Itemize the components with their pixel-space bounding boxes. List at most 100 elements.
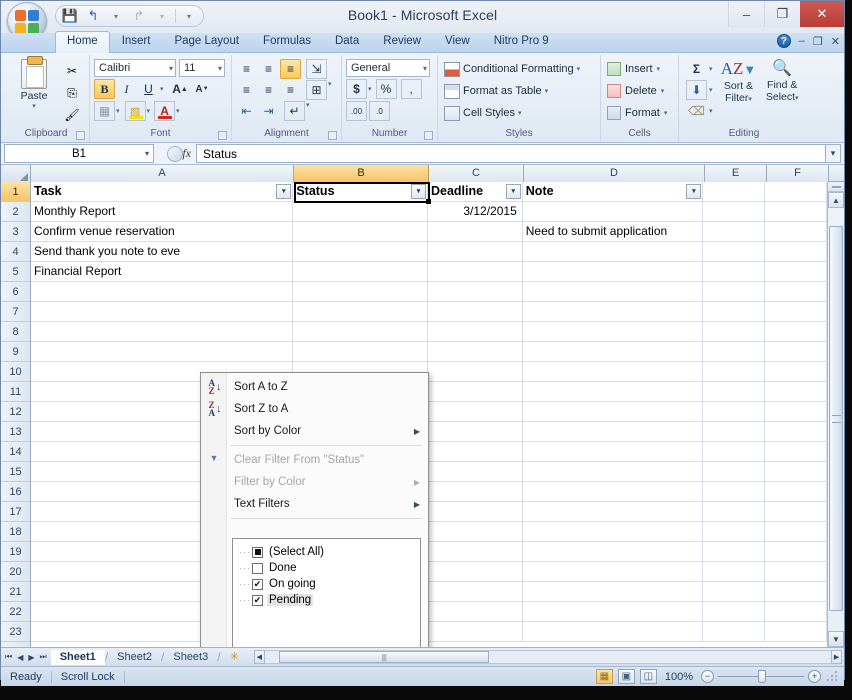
wrap-text-button[interactable]: ↵ [284,101,305,121]
merge-dropdown-icon[interactable]: ▾ [328,80,332,100]
cell-F12[interactable] [765,402,827,422]
maximize-button[interactable]: ❐ [764,1,800,27]
horizontal-scroll-track[interactable]: |||| [264,650,831,664]
cell-D4[interactable] [523,242,704,262]
font-size-combo[interactable]: 11 ▾ [179,59,225,77]
cell-E8[interactable] [703,322,766,342]
cell-D3[interactable]: Need to submit application [523,222,704,242]
cell-F18[interactable] [765,522,827,542]
cell-E20[interactable] [703,562,766,582]
font-size-dropdown-icon[interactable]: ▾ [214,64,222,73]
cell-F11[interactable] [765,382,827,402]
wrap-dropdown-icon[interactable]: ▾ [306,101,310,121]
row-header-17[interactable]: 17 [1,502,30,522]
format-cells-button[interactable]: Format ▾ [607,103,667,123]
row-header-12[interactable]: 12 [1,402,30,422]
cell-D20[interactable] [523,562,704,582]
fill-color-button[interactable]: ▧ [124,101,146,121]
autosum-dropdown-icon[interactable]: ▾ [709,65,713,73]
sheet-tab-sheet2[interactable]: Sheet2 [108,650,161,665]
cell-D5[interactable] [523,262,704,282]
cell-E18[interactable] [703,522,766,542]
underline-button[interactable]: U [138,79,159,99]
row-header-11[interactable]: 11 [1,382,30,402]
cell-E11[interactable] [703,382,766,402]
currency-dropdown-icon[interactable]: ▾ [368,85,372,93]
cell-D1[interactable]: Note ▾ [523,182,704,202]
workbook-minimize-button[interactable]: – [799,35,805,47]
tab-insert[interactable]: Insert [110,31,163,52]
filter-button-d[interactable]: ▾ [686,184,702,199]
cell-E21[interactable] [703,582,766,602]
row-header-20[interactable]: 20 [1,562,30,582]
merge-center-button[interactable]: ⊞ [306,80,327,100]
tab-home[interactable]: Home [55,31,110,53]
cell-E3[interactable] [703,222,766,242]
tab-data[interactable]: Data [323,31,371,52]
last-sheet-button[interactable]: ⏭ [40,652,47,662]
fill-color-dropdown-icon[interactable]: ▾ [147,107,151,115]
cell-E6[interactable] [703,282,766,302]
format-dropdown-icon[interactable]: ▾ [664,109,668,117]
cell-B4[interactable] [293,242,428,262]
cell-B1[interactable]: Status ▾ [293,182,428,202]
cell-D16[interactable] [523,482,704,502]
format-as-table-button[interactable]: Format as Table ▾ [444,81,548,101]
cell-F14[interactable] [765,442,827,462]
column-header-e[interactable]: E [705,165,767,182]
help-icon[interactable]: ? [776,34,791,48]
cell-styles-button[interactable]: Cell Styles ▾ [444,103,521,123]
decrease-decimal-button[interactable]: .0 [369,101,390,121]
cell-D22[interactable] [523,602,704,622]
horizontal-scrollbar[interactable]: ◀ |||| ▶ [253,650,842,665]
page-layout-view-button[interactable]: ▣ [617,669,635,684]
cell-F10[interactable] [765,362,827,382]
cell-F4[interactable] [765,242,827,262]
number-format-combo[interactable]: General ▾ [346,59,430,77]
row-header-2[interactable]: 2 [1,202,30,222]
bold-button[interactable]: B [94,79,115,99]
cell-F22[interactable] [765,602,827,622]
zoom-thumb[interactable] [758,670,766,683]
menu-item-filter-by-color[interactable]: Filter by Color ▶ [201,471,428,493]
cell-E5[interactable] [703,262,766,282]
scroll-up-button[interactable]: ▲ [828,192,844,208]
filter-value-list[interactable]: ···· (Select All) ···· Done ···· ✔ On go… [232,538,421,647]
first-sheet-button[interactable]: ⏮ [5,652,12,662]
cell-D14[interactable] [523,442,704,462]
cell-D11[interactable] [523,382,704,402]
cell-A5[interactable]: Financial Report [31,262,294,282]
font-name-combo[interactable]: Calibri ▾ [94,59,176,77]
scroll-left-button[interactable]: ◀ [253,650,265,664]
column-header-d[interactable]: D [524,165,705,182]
tab-formulas[interactable]: Formulas [251,31,323,52]
menu-item-sort-z-to-a[interactable]: Z A ↓ Sort Z to A [201,398,428,420]
scroll-down-button[interactable]: ▼ [828,631,844,647]
row-header-9[interactable]: 9 [1,342,30,362]
row-header-19[interactable]: 19 [1,542,30,562]
expand-formula-bar-button[interactable]: ▾ [825,144,841,163]
cell-B8[interactable] [293,322,428,342]
cell-F8[interactable] [765,322,827,342]
next-sheet-button[interactable]: ▶ [28,653,34,662]
cell-E23[interactable] [703,622,766,642]
sort-filter-button[interactable]: AZ▼ Sort & Filter▾ [718,59,760,104]
cell-B2[interactable] [293,202,428,222]
cell-C11[interactable] [428,382,523,402]
cell-F7[interactable] [765,302,827,322]
font-name-dropdown-icon[interactable]: ▾ [165,64,173,73]
align-middle-button[interactable]: ≡ [258,59,279,79]
select-all-corner[interactable] [1,165,31,182]
zoom-out-button[interactable]: − [701,670,714,683]
cell-A8[interactable] [31,322,294,342]
comma-button[interactable]: , [400,79,422,99]
align-right-button[interactable]: ≡ [280,80,301,100]
row-header-14[interactable]: 14 [1,442,30,462]
formula-input[interactable]: Status [196,144,825,163]
row-header-22[interactable]: 22 [1,602,30,622]
name-box-dropdown-icon[interactable]: ▾ [145,149,149,158]
menu-item-text-filters[interactable]: Text Filters ▶ [201,493,428,515]
page-break-view-button[interactable]: ◫ [639,669,657,684]
clear-button[interactable]: ⌫ [686,101,707,121]
cell-E17[interactable] [703,502,766,522]
